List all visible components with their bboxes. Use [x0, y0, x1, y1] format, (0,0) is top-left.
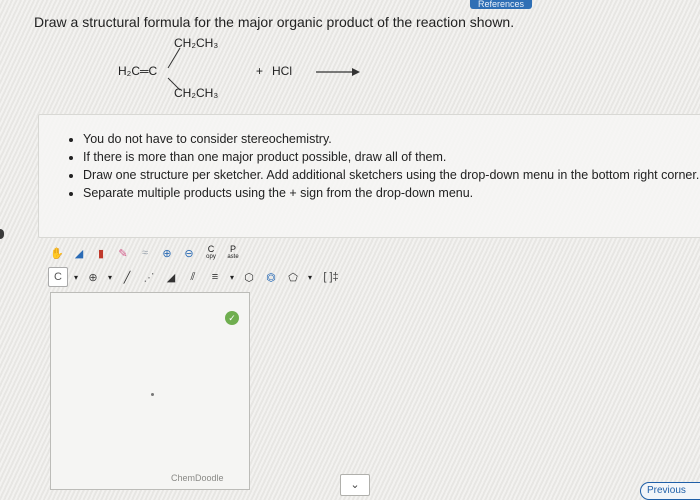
- sketcher-toolbar-bottom: C ▾ ⊕ ▾ ╱ ⋰ ◢ ⫽ ≡ ▾ ⬡ ⏣ ⬠ ▾ [ ]‡: [48, 266, 368, 288]
- add-sketcher-dropdown[interactable]: ⌄: [340, 474, 370, 496]
- reagent-hcl: HCl: [272, 64, 292, 78]
- hash-bond-icon[interactable]: ⋰: [140, 268, 158, 286]
- instruction-item: Draw one structure per sketcher. Add add…: [83, 167, 700, 183]
- copy-label: C: [207, 244, 215, 254]
- reaction-bonds: [167, 47, 360, 91]
- instructions-panel: You do not have to consider stereochemis…: [38, 114, 700, 238]
- instruction-item: If there is more than one major product …: [83, 149, 700, 165]
- benzene-ring-icon[interactable]: ⏣: [262, 268, 280, 286]
- paste-label: P: [229, 244, 236, 254]
- zoom-out-icon[interactable]: ⊖: [180, 244, 198, 262]
- chevron-down-icon[interactable]: ▾: [106, 268, 114, 286]
- eraser-icon[interactable]: ▮: [92, 244, 110, 262]
- instructions-list: You do not have to consider stereochemis…: [39, 131, 700, 201]
- question-prompt: Draw a structural formula for the major …: [34, 14, 515, 30]
- top-substituent: CH₂CH₃: [174, 36, 219, 50]
- alkene-group: H₂C═C: [118, 64, 158, 78]
- paste-sub: aste: [227, 254, 239, 260]
- upper-bond: [167, 47, 181, 69]
- drawing-canvas[interactable]: ✓ ChemDoodle: [50, 292, 250, 490]
- instruction-item: You do not have to consider stereochemis…: [83, 131, 700, 147]
- chevron-down-icon[interactable]: ▾: [72, 268, 80, 286]
- copy-button[interactable]: C opy: [202, 244, 220, 262]
- zoom-in-icon[interactable]: ⊕: [158, 244, 176, 262]
- paste-button[interactable]: P aste: [224, 244, 242, 262]
- charge-plus-icon[interactable]: ⊕: [84, 268, 102, 286]
- sketcher-toolbar-top: ✋ ◢ ▮ ✎ ≈ ⊕ ⊖ C opy P aste: [48, 242, 368, 264]
- single-bond-icon[interactable]: ╱: [118, 268, 136, 286]
- pentagon-ring-icon[interactable]: ⬠: [284, 268, 302, 286]
- reaction-arrow-head: [352, 68, 360, 76]
- previous-button[interactable]: Previous: [640, 482, 700, 500]
- chemdoodle-branding: ChemDoodle: [171, 473, 224, 483]
- atom-selector[interactable]: C: [48, 267, 68, 287]
- reaction-scheme: CH₂CH₃ H₂C═C CH₂CH₃ + HCl: [0, 30, 700, 110]
- side-handle[interactable]: [0, 229, 4, 239]
- copy-sub: opy: [206, 254, 216, 260]
- plus-sign: +: [256, 64, 264, 78]
- check-icon[interactable]: ✓: [225, 311, 239, 325]
- canvas-dot: [151, 393, 154, 396]
- chevron-down-icon[interactable]: ▾: [306, 268, 314, 286]
- wedge-bond-icon[interactable]: ◢: [162, 268, 180, 286]
- lasso-icon[interactable]: ◢: [70, 244, 88, 262]
- bottom-substituent: CH₂CH₃: [174, 86, 219, 100]
- bracket-icon[interactable]: [ ]‡: [318, 268, 344, 286]
- instruction-item: Separate multiple products using the + s…: [83, 185, 700, 201]
- chain-icon[interactable]: ≈: [136, 244, 154, 262]
- double-bond-icon[interactable]: ⫽: [184, 268, 202, 286]
- references-tab[interactable]: References: [470, 0, 533, 9]
- chevron-down-icon[interactable]: ▾: [228, 268, 236, 286]
- triple-bond-icon[interactable]: ≡: [206, 268, 224, 286]
- hand-icon[interactable]: ✋: [48, 244, 66, 262]
- hexagon-ring-icon[interactable]: ⬡: [240, 268, 258, 286]
- chemdoodle-sketcher: ✋ ◢ ▮ ✎ ≈ ⊕ ⊖ C opy P aste C ▾ ⊕ ▾ ╱ ⋰ ◢…: [48, 242, 339, 496]
- pencil-icon[interactable]: ✎: [114, 244, 132, 262]
